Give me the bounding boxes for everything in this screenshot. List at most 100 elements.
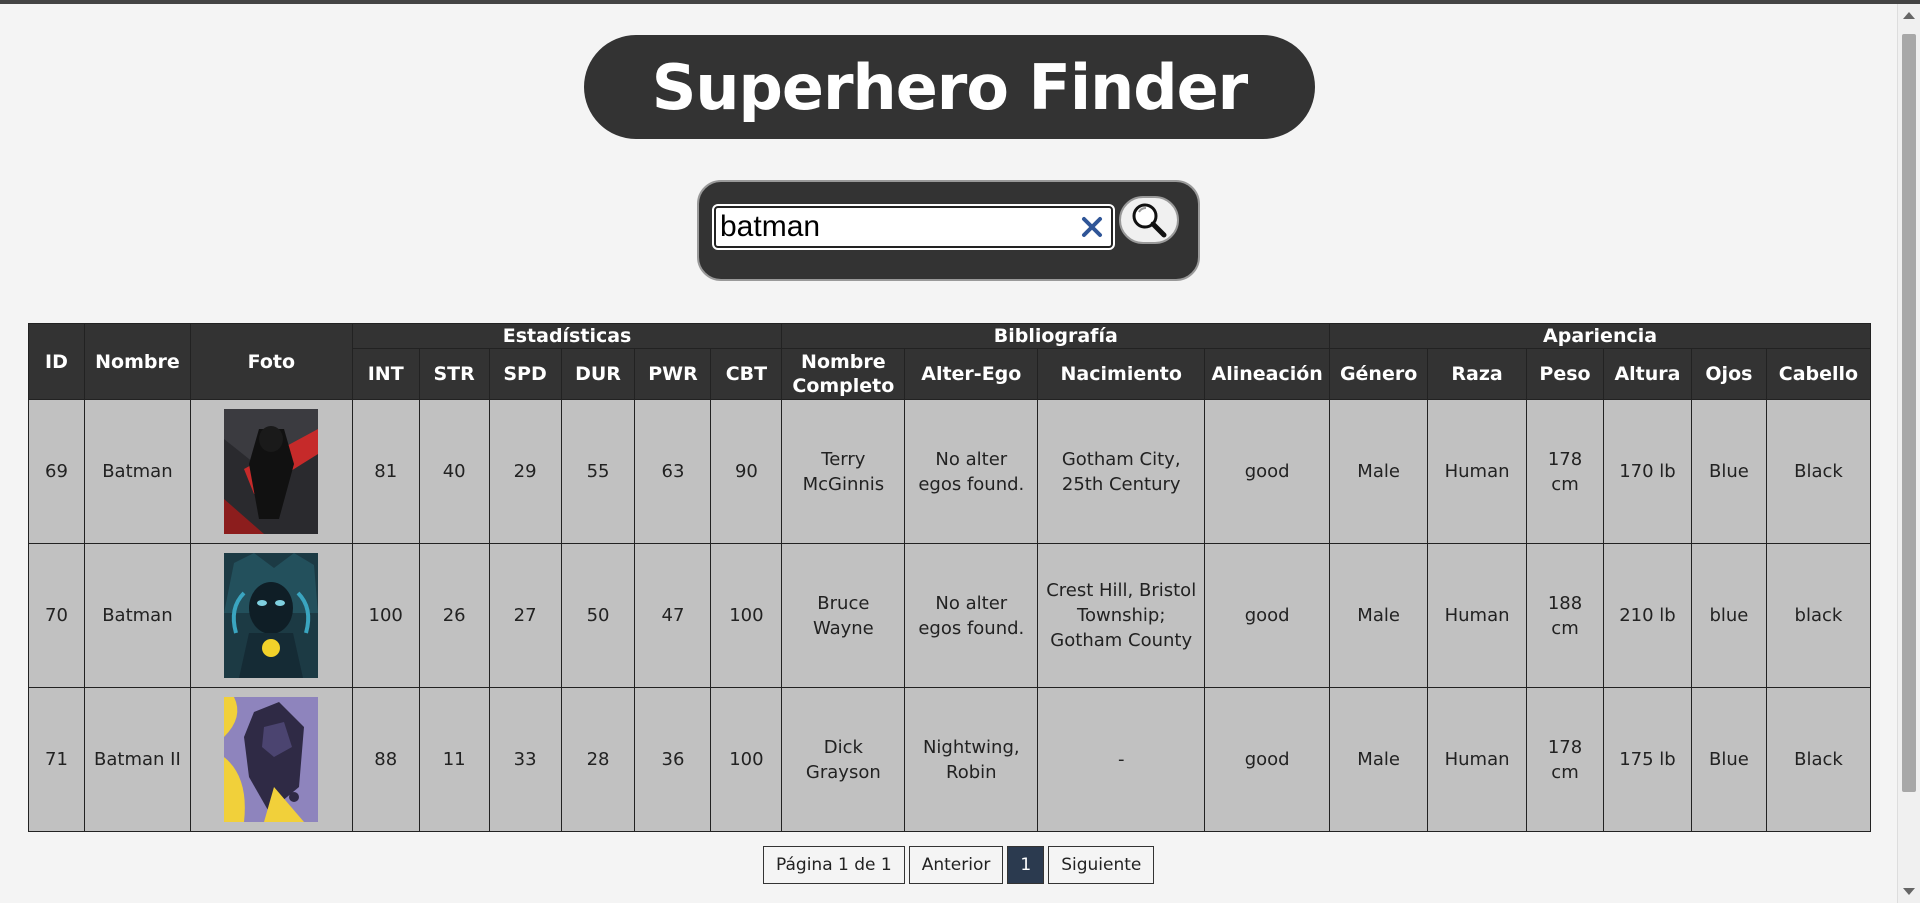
cell-eyes: Blue bbox=[1690, 687, 1767, 832]
vertical-scrollbar[interactable] bbox=[1897, 4, 1920, 903]
cell-str: 40 bbox=[418, 399, 490, 544]
cell-spd: 27 bbox=[488, 543, 562, 688]
cell-dur: 55 bbox=[560, 399, 636, 544]
cell-dur: 28 bbox=[560, 687, 636, 832]
header-bio: Bibliografía bbox=[781, 323, 1331, 349]
cell-weight: 178 cm bbox=[1526, 687, 1604, 832]
page-info: Página 1 de 1 bbox=[763, 846, 905, 884]
scroll-thumb[interactable] bbox=[1902, 34, 1916, 792]
cell-eyes: Blue bbox=[1690, 399, 1767, 544]
scroll-up-icon[interactable] bbox=[1903, 12, 1915, 19]
table-row: 70 Batman 100 26 27 50 47 100 Bruce Wayn… bbox=[28, 543, 1872, 688]
next-button[interactable]: Siguiente bbox=[1048, 846, 1155, 884]
header-eyes: Ojos bbox=[1690, 348, 1767, 400]
scroll-down-icon[interactable] bbox=[1903, 888, 1915, 895]
header-spd: SPD bbox=[488, 348, 562, 400]
hero-photo bbox=[224, 697, 319, 822]
close-icon[interactable] bbox=[1079, 214, 1105, 240]
cell-spd: 29 bbox=[488, 399, 562, 544]
cell-race: Human bbox=[1427, 687, 1528, 832]
cell-gender: Male bbox=[1329, 399, 1429, 544]
cell-photo bbox=[189, 543, 353, 688]
prev-button[interactable]: Anterior bbox=[908, 846, 1004, 884]
table-row: 71 Batman II 88 11 33 28 36 100 Dick Gra… bbox=[28, 687, 1872, 832]
cell-height: 210 lb bbox=[1603, 543, 1692, 688]
cell-race: Human bbox=[1427, 543, 1528, 688]
cell-photo bbox=[189, 687, 353, 832]
header-id: ID bbox=[28, 323, 85, 400]
cell-birth: - bbox=[1037, 687, 1206, 832]
hero-photo bbox=[224, 553, 319, 678]
header-stats: Estadísticas bbox=[351, 323, 783, 349]
page-1-button[interactable]: 1 bbox=[1007, 846, 1045, 884]
header-birth: Nacimiento bbox=[1037, 348, 1206, 400]
cell-birth: Crest Hill, Bristol Township; Gotham Cou… bbox=[1037, 543, 1206, 688]
cell-gender: Male bbox=[1329, 687, 1429, 832]
cell-name: Batman bbox=[83, 543, 191, 688]
header-hair: Cabello bbox=[1765, 348, 1872, 400]
cell-cbt: 100 bbox=[710, 687, 783, 832]
magnifier-icon bbox=[1132, 203, 1167, 238]
pagination: Página 1 de 1 Anterior 1 Siguiente bbox=[763, 846, 1155, 884]
cell-name: Batman II bbox=[83, 687, 191, 832]
cell-hair: black bbox=[1765, 543, 1872, 688]
cell-alter-ego: No alter egos found. bbox=[904, 399, 1039, 544]
cell-spd: 33 bbox=[488, 687, 562, 832]
app-title: Superhero Finder bbox=[584, 35, 1315, 139]
cell-int: 81 bbox=[351, 399, 420, 544]
cell-name: Batman bbox=[83, 399, 191, 544]
cell-race: Human bbox=[1427, 399, 1528, 544]
cell-weight: 178 cm bbox=[1526, 399, 1604, 544]
header-alter-ego: Alter-Ego bbox=[904, 348, 1039, 400]
header-cbt: CBT bbox=[710, 348, 783, 400]
header-weight: Peso bbox=[1526, 348, 1604, 400]
header-str: STR bbox=[418, 348, 490, 400]
cell-hair: Black bbox=[1765, 399, 1872, 544]
cell-alignment: good bbox=[1204, 687, 1331, 832]
cell-pwr: 36 bbox=[634, 687, 712, 832]
header-photo: Foto bbox=[189, 323, 353, 400]
cell-cbt: 90 bbox=[710, 399, 783, 544]
cell-full-name: Bruce Wayne bbox=[781, 543, 906, 688]
cell-height: 175 lb bbox=[1603, 687, 1692, 832]
header-race: Raza bbox=[1427, 348, 1528, 400]
cell-str: 11 bbox=[418, 687, 490, 832]
cell-eyes: blue bbox=[1690, 543, 1767, 688]
header-name: Nombre bbox=[83, 323, 191, 400]
search-button[interactable] bbox=[1119, 196, 1179, 244]
cell-full-name: Terry McGinnis bbox=[781, 399, 906, 544]
table-row: 69 Batman 81 40 29 55 63 90 Terry McGinn… bbox=[28, 399, 1872, 544]
cell-cbt: 100 bbox=[710, 543, 783, 688]
cell-dur: 50 bbox=[560, 543, 636, 688]
cell-birth: Gotham City, 25th Century bbox=[1037, 399, 1206, 544]
header-full-name: Nombre Completo bbox=[781, 348, 906, 400]
cell-id: 71 bbox=[28, 687, 85, 832]
cell-alignment: good bbox=[1204, 543, 1331, 688]
cell-alter-ego: No alter egos found. bbox=[904, 543, 1039, 688]
hero-photo bbox=[224, 409, 319, 534]
search-panel bbox=[697, 180, 1200, 281]
cell-weight: 188 cm bbox=[1526, 543, 1604, 688]
search-input[interactable] bbox=[720, 210, 1070, 244]
cell-pwr: 63 bbox=[634, 399, 712, 544]
cell-int: 100 bbox=[351, 543, 420, 688]
header-int: INT bbox=[351, 348, 420, 400]
search-field[interactable] bbox=[712, 204, 1115, 250]
cell-pwr: 47 bbox=[634, 543, 712, 688]
header-pwr: PWR bbox=[634, 348, 712, 400]
cell-height: 170 lb bbox=[1603, 399, 1692, 544]
header-gender: Género bbox=[1329, 348, 1429, 400]
cell-str: 26 bbox=[418, 543, 490, 688]
cell-gender: Male bbox=[1329, 543, 1429, 688]
header-dur: DUR bbox=[560, 348, 636, 400]
header-height: Altura bbox=[1603, 348, 1692, 400]
header-alignment: Alineación bbox=[1204, 348, 1331, 400]
heroes-table: ID Nombre Foto Estadísticas Bibliografía… bbox=[28, 323, 1872, 832]
cell-alter-ego: Nightwing, Robin bbox=[904, 687, 1039, 832]
header-appearance: Apariencia bbox=[1329, 323, 1871, 349]
cell-int: 88 bbox=[351, 687, 420, 832]
cell-id: 69 bbox=[28, 399, 85, 544]
cell-id: 70 bbox=[28, 543, 85, 688]
cell-alignment: good bbox=[1204, 399, 1331, 544]
cell-full-name: Dick Grayson bbox=[781, 687, 906, 832]
